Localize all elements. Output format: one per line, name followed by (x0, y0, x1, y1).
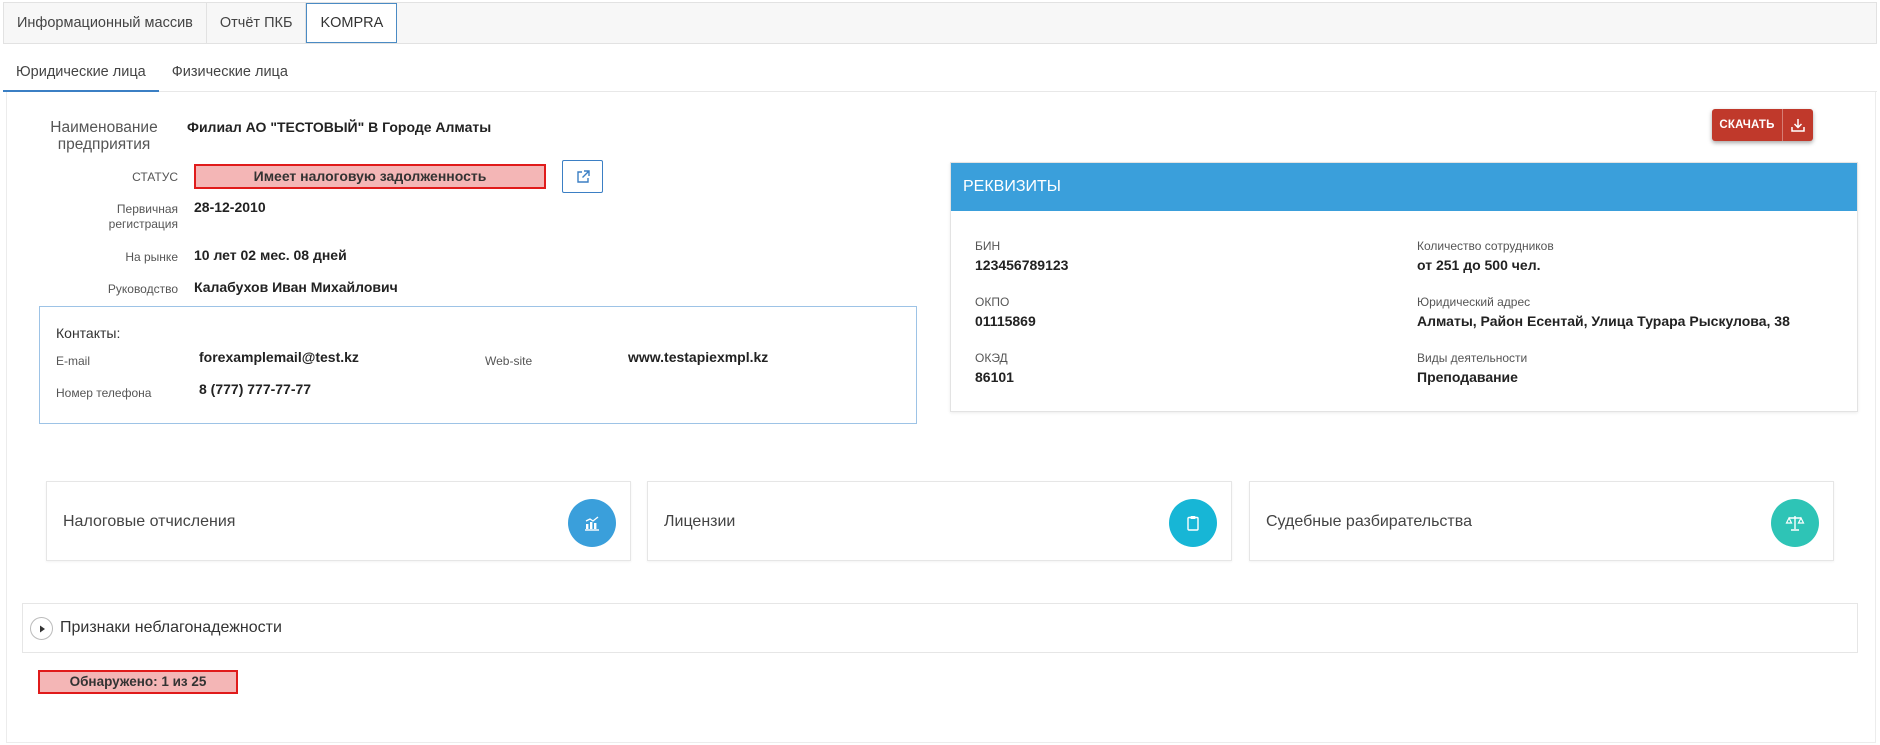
unreliability-signs-label: Признаки неблагонадежности (60, 619, 282, 636)
bin-value: 123456789123 (975, 257, 1069, 273)
activity-label: Виды деятельности (1417, 351, 1528, 365)
requisites-card: РЕКВИЗИТЫ БИН 123456789123 ОКПО 01115869… (950, 162, 1858, 412)
tile-court-cases-label: Судебные разбирательства (1266, 513, 1472, 530)
address-value: Алматы, Район Есентай, Улица Турара Рыск… (1417, 313, 1790, 329)
download-icon (1782, 109, 1813, 141)
tab-legal-entities[interactable]: Юридические лица (3, 56, 159, 92)
registration-value: 28-12-2010 (194, 199, 266, 215)
contacts-box: Контакты: E-mail forexamplemail@test.kz … (39, 306, 917, 424)
activity-value: Преподавание (1417, 369, 1518, 385)
contacts-title: Контакты: (56, 325, 121, 341)
found-count-badge: Обнаружено: 1 из 25 (38, 670, 238, 694)
bin-label: БИН (975, 239, 1001, 253)
market-value: 10 лет 02 мес. 08 дней (194, 247, 347, 263)
company-name-label: Наименование предприятия (50, 119, 158, 153)
expand-toggle-icon[interactable] (30, 617, 53, 640)
tab-information-array[interactable]: Информационный массив (4, 3, 207, 43)
requisites-title: РЕКВИЗИТЫ (951, 163, 1857, 211)
company-name-value: Филиал АО "ТЕСТОВЫЙ" В Городе Алматы (187, 119, 492, 135)
website-value[interactable]: www.testapiexmpl.kz (628, 349, 768, 365)
tile-licenses[interactable]: Лицензии (647, 481, 1232, 561)
scales-icon (1771, 499, 1819, 547)
external-link-icon (576, 169, 590, 183)
phone-value: 8 (777) 777-77-77 (199, 381, 312, 397)
tile-court-cases[interactable]: Судебные разбирательства (1249, 481, 1834, 561)
download-button[interactable]: СКАЧАТЬ (1712, 109, 1813, 141)
website-label: Web-site (485, 354, 533, 368)
tab-kompra[interactable]: KOMPRA (306, 3, 398, 43)
unreliability-signs-panel[interactable]: Признаки неблагонадежности (22, 603, 1858, 653)
tab-individuals[interactable]: Физические лица (159, 56, 301, 92)
tile-tax-payments[interactable]: Налоговые отчисления (46, 481, 631, 561)
oked-label: ОКЭД (975, 351, 1008, 365)
top-tab-bar: Информационный массив Отчёт ПКБ KOMPRA (3, 2, 1877, 44)
status-label: СТАТУС (132, 170, 178, 184)
tile-tax-payments-label: Налоговые отчисления (63, 513, 236, 530)
market-label: На рынке (125, 250, 178, 264)
oked-value: 86101 (975, 369, 1014, 385)
okpo-label: ОКПО (975, 295, 1010, 309)
open-status-button[interactable] (562, 160, 603, 193)
chart-icon (568, 499, 616, 547)
registration-label: Первичная регистрация (108, 202, 178, 231)
phone-label: Номер телефона (56, 386, 152, 400)
email-value[interactable]: forexamplemail@test.kz (199, 349, 359, 365)
download-label: СКАЧАТЬ (1719, 119, 1775, 131)
address-label: Юридический адрес (1417, 295, 1531, 309)
management-value: Калабухов Иван Михайлович (194, 279, 398, 295)
tab-pkb-report[interactable]: Отчёт ПКБ (207, 3, 307, 43)
clipboard-icon (1169, 499, 1217, 547)
staff-label: Количество сотрудников (1417, 239, 1554, 253)
okpo-value: 01115869 (975, 313, 1036, 329)
status-badge: Имеет налоговую задолженность (194, 164, 546, 189)
sub-tab-bar: Юридические лица Физические лица (3, 56, 1877, 92)
tile-licenses-label: Лицензии (664, 513, 736, 530)
staff-value: от 251 до 500 чел. (1417, 257, 1541, 273)
management-label: Руководство (107, 282, 178, 296)
email-label: E-mail (56, 354, 91, 368)
